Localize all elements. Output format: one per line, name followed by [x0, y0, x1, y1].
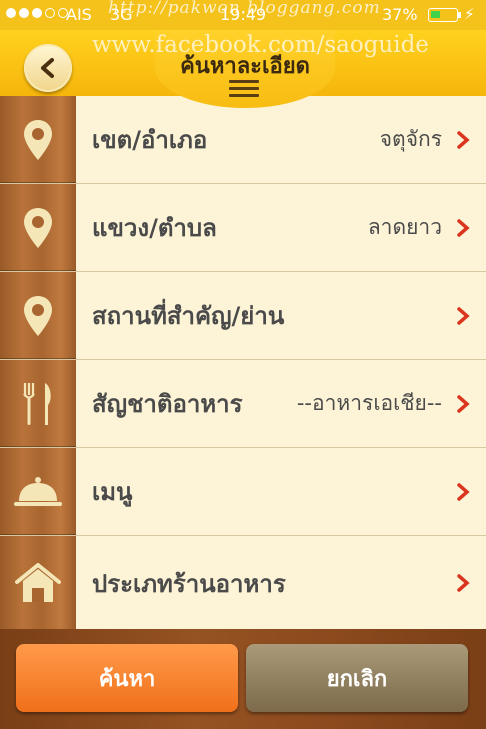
- chevron-right-icon: [457, 218, 470, 237]
- chevron-right-icon: [457, 482, 470, 501]
- signal-strength-icon: [6, 8, 68, 18]
- filter-row-menu[interactable]: เมนู: [0, 448, 486, 536]
- fork-knife-icon: [0, 360, 76, 447]
- chevron-right-icon: [457, 394, 470, 413]
- hamburger-menu-icon[interactable]: [229, 80, 259, 98]
- filter-list: เขต/อำเภอ จตุจักร แขวง/ตำบล ลาดยาว สถานท…: [0, 96, 486, 630]
- filter-row-district[interactable]: เขต/อำเภอ จตุจักร: [0, 96, 486, 184]
- battery-icon: [428, 8, 458, 22]
- food-cloche-icon: [0, 448, 76, 535]
- watermark-facebook: www.facebook.com/saoguide: [92, 32, 429, 58]
- map-pin-icon: [0, 272, 76, 359]
- chevron-right-icon: [457, 574, 470, 592]
- filter-row-restaurant-type[interactable]: ประเภทร้านอาหาร: [0, 536, 486, 630]
- row-value: จตุจักร: [379, 127, 442, 151]
- battery-nub: [458, 12, 461, 18]
- map-pin-icon: [0, 184, 76, 271]
- filter-row-landmark[interactable]: สถานที่สำคัญ/ย่าน: [0, 272, 486, 360]
- row-label: สถานที่สำคัญ/ย่าน: [92, 302, 285, 330]
- row-value: ลาดยาว: [367, 215, 442, 239]
- house-icon: [0, 536, 76, 630]
- back-button[interactable]: [24, 44, 72, 92]
- map-pin-icon: [0, 96, 76, 183]
- filter-row-cuisine[interactable]: สัญชาติอาหาร --อาหารเอเชีย--: [0, 360, 486, 448]
- row-label: ประเภทร้านอาหาร: [92, 569, 286, 598]
- cancel-button[interactable]: ยกเลิก: [246, 644, 468, 712]
- search-button[interactable]: ค้นหา: [16, 644, 238, 712]
- row-value: --อาหารเอเชีย--: [296, 391, 442, 415]
- row-label: เขต/อำเภอ: [92, 126, 208, 154]
- row-label: สัญชาติอาหาร: [92, 390, 243, 418]
- row-label: เมนู: [92, 478, 133, 506]
- battery-percent: 37%: [382, 5, 418, 24]
- filter-row-subdistrict[interactable]: แขวง/ตำบล ลาดยาว: [0, 184, 486, 272]
- bottom-action-bar: ค้นหา ยกเลิก: [0, 629, 486, 729]
- chevron-right-icon: [457, 306, 470, 325]
- chevron-left-icon: [41, 58, 54, 78]
- watermark-url: http://pakwon.bloggang.com: [108, 0, 381, 18]
- chevron-right-icon: [457, 130, 470, 149]
- charging-icon: ⚡: [464, 5, 475, 23]
- carrier-name: AIS: [66, 5, 92, 24]
- row-label: แขวง/ตำบล: [92, 214, 217, 242]
